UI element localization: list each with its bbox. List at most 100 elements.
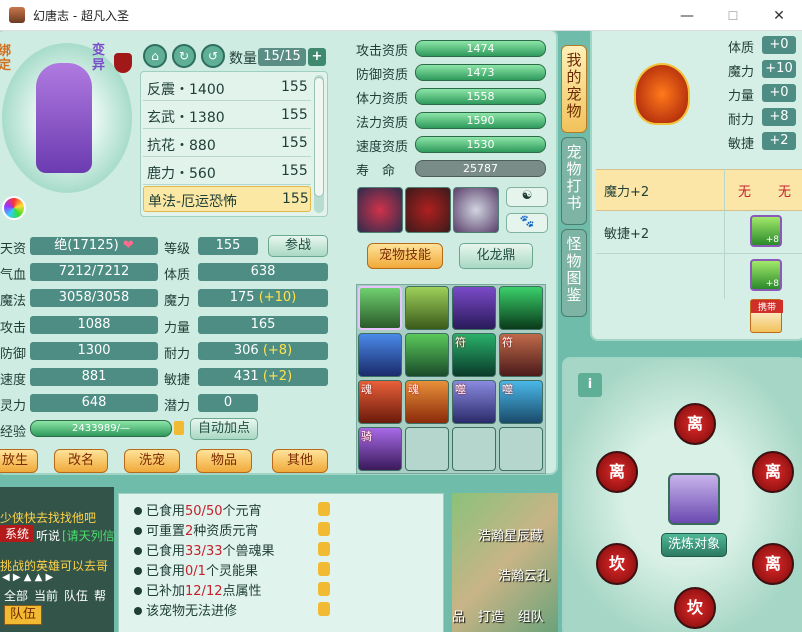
trigram-node[interactable]: 离 [674,403,716,445]
wash-attr-value: +8 [762,108,796,126]
tab-monster-guide[interactable]: 怪物图鉴 [561,229,587,317]
pet-name: 抗花・880 [147,138,216,154]
minimize-button[interactable]: — [664,0,710,31]
skill-mark: 骑 [361,430,372,443]
note-highlight: 50/50 [185,504,223,519]
skill-slot[interactable]: 魂 [405,380,449,424]
pet-list-item[interactable]: 鹿力・560 155 [143,159,311,185]
pet-level: 155 [281,163,308,179]
trigram-node[interactable]: 离 [752,451,794,493]
coin-icon [318,562,330,576]
bullet-icon [134,607,142,615]
skill-slot[interactable]: 噬 [499,380,543,424]
end-label: 耐力 [164,347,191,362]
equip-slot-necklace[interactable] [453,187,499,233]
other-button[interactable]: 其他 [272,449,328,473]
trigram-node[interactable]: 坎 [596,543,638,585]
wash-attr-value: +2 [762,132,796,150]
exp-bar: 2433989/— [30,420,172,437]
skill-slot-empty[interactable] [405,427,449,471]
close-button[interactable]: ✕ [756,0,802,31]
fight-button[interactable]: 参战 [268,235,328,257]
skill-slot[interactable]: 符 [452,333,496,377]
skill-slot[interactable] [358,333,402,377]
skill-slot[interactable] [358,286,402,330]
pet-list-item[interactable]: 玄武・1380 155 [143,103,311,129]
trigram-node[interactable]: 离 [752,543,794,585]
pet-list-item-selected[interactable]: 单法-厄运恐怖 155 [143,186,311,212]
rotate-icon[interactable]: ↺ [201,44,225,68]
apt-label: 攻击资质 [356,44,409,59]
skill-slot[interactable]: 魂 [358,380,402,424]
window-title: 幻唐志 - 超凡入圣 [33,8,129,23]
coin-icon [174,421,184,435]
pet-list-scrollbar[interactable] [314,75,324,213]
pet-name: 单法-厄运恐怖 [148,194,238,210]
chat-tab[interactable]: 当前 [34,587,58,604]
skill-slot[interactable] [452,286,496,330]
wash-badge-icon[interactable]: +8 [750,259,782,291]
rename-button[interactable]: 改名 [54,449,108,473]
wash-attr-label: 体质 [728,41,755,56]
yin-yang-icon[interactable]: ☯ [506,187,548,207]
pet-level: 155 [281,135,308,151]
pot-value: 0 [198,394,258,412]
wash-target-portrait[interactable] [668,473,720,525]
paw-icon[interactable]: 🐾 [506,213,548,233]
exp-label: 经验 [0,425,27,440]
pet-list-item[interactable]: 反震・1400 155 [143,75,311,101]
auto-points-button[interactable]: 自动加点 [190,418,258,440]
items-button[interactable]: 物品 [196,449,252,473]
wash-target-button[interactable]: 洗炼对象 [661,533,727,557]
game-area: 绑定 变异 ⌂ ↻ ↺ 数量 15/15 + 反震・1400 155 玄武・138… [0,31,802,632]
tab-dragon-cauldron[interactable]: 化龙鼎 [459,243,533,269]
info-icon[interactable]: i [578,373,602,397]
note-highlight: 33/33 [185,544,223,559]
bullet-icon [134,587,142,595]
skill-mark: 噬 [455,383,466,396]
skill-slot[interactable] [405,333,449,377]
trigram-node[interactable]: 坎 [674,587,716,629]
skill-slot[interactable] [499,286,543,330]
skill-slot[interactable]: 骑 [358,427,402,471]
skill-slot-empty[interactable] [499,427,543,471]
refresh-icon[interactable]: ↻ [172,44,196,68]
tab-pet-book[interactable]: 宠物打书 [561,137,587,225]
skill-slot[interactable]: 噬 [452,380,496,424]
talent-value: 绝(17125) ❤ [30,237,158,255]
chat-tab[interactable]: 全部 [4,587,28,604]
map-label: 浩瀚云孔 [498,569,551,584]
add-pet-button[interactable]: + [308,48,326,66]
equip-slot-collar[interactable] [357,187,403,233]
team-up-button[interactable]: 组队 [518,606,552,628]
chat-line: 少侠快去找找他吧 [0,511,97,525]
divider [724,169,725,299]
skill-slot[interactable]: 符 [499,333,543,377]
note-text: 该宠物无法进修 [146,604,238,619]
home-icon[interactable]: ⌂ [143,44,167,68]
carry-card-icon[interactable]: 携带 [750,299,783,333]
maximize-button[interactable]: ☐ [710,0,756,31]
skill-slot-empty[interactable] [452,427,496,471]
color-wheel-icon[interactable] [2,196,26,220]
equip-slot-armor[interactable] [405,187,451,233]
team-button[interactable]: 队伍 [4,605,42,625]
wash-badge-icon[interactable]: +8 [750,215,782,247]
skill-mark: 噬 [502,383,513,396]
tab-pet-skills[interactable]: 宠物技能 [367,243,443,269]
skill-slot[interactable] [405,286,449,330]
trigram-node[interactable]: 离 [596,451,638,493]
map-label: 浩瀚星辰藏 [478,529,544,544]
wash-pet-button[interactable]: 洗宠 [124,449,180,473]
release-button[interactable]: 放生 [0,449,38,473]
tab-my-pets[interactable]: 我的宠物 [561,45,587,133]
wash-attr-value: +0 [762,84,796,102]
chat-tab[interactable]: 队伍 [64,587,88,604]
pet-list-item[interactable]: 抗花・880 155 [143,131,311,157]
chat-tab[interactable]: 帮 [94,587,106,604]
craft-button[interactable]: 打造 [478,606,512,628]
level-label: 等级 [164,242,191,257]
wash-attr-label: 耐力 [728,113,755,128]
map-button[interactable]: 品 [452,606,474,628]
chat-arrows[interactable]: ◀ ▶ ▲ ▲ ▶ [2,572,72,584]
